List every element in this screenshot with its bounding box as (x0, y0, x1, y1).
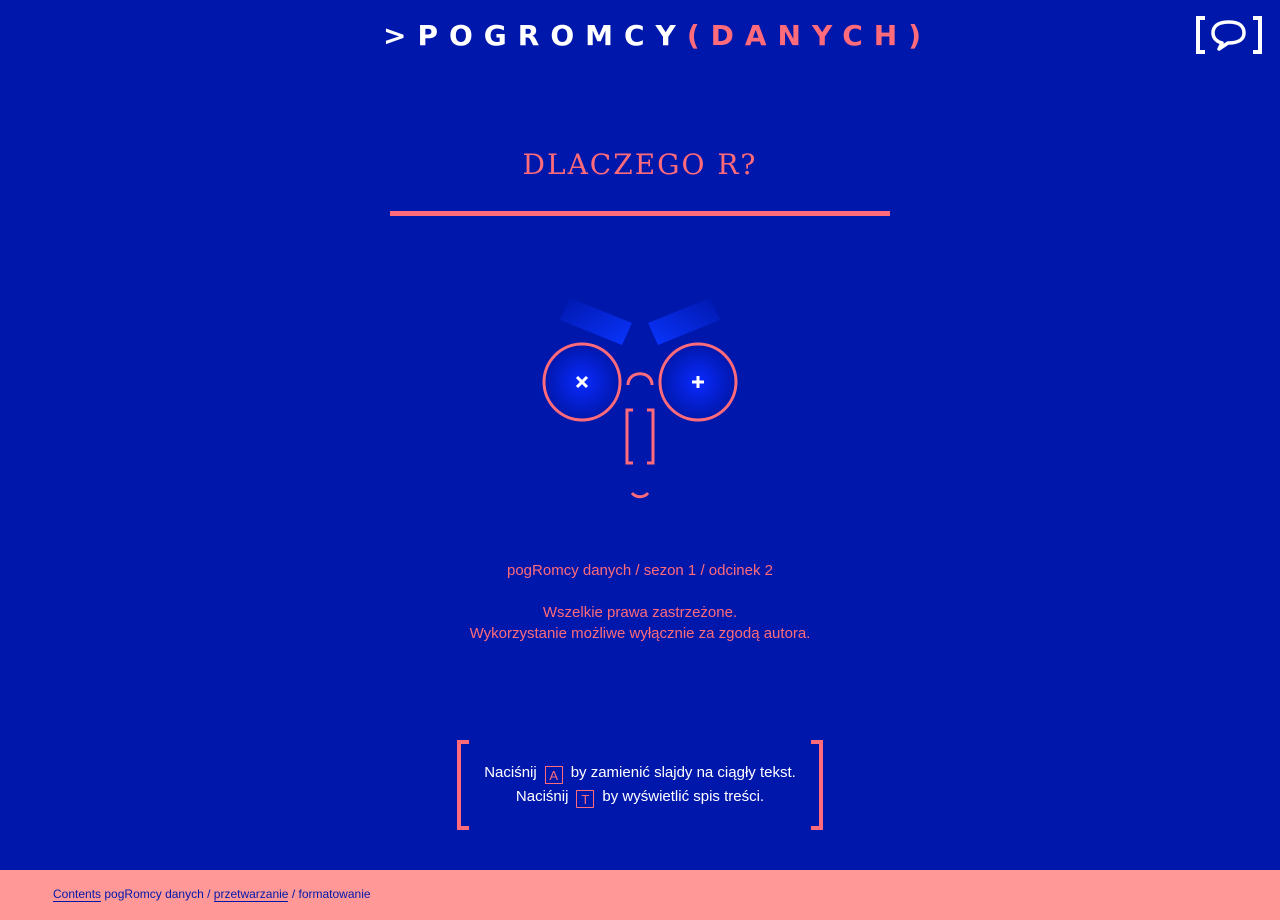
episode-info: pogRomcy danych / sezon 1 / odcinek 2 (507, 562, 773, 579)
breadcrumb: Contents pogRomcy danych / przetwarzanie… (53, 887, 371, 902)
title-divider (390, 211, 890, 216)
logo-paren-close: ) (908, 18, 933, 52)
left-eyebrow (560, 298, 632, 345)
glasses-bridge (626, 372, 654, 386)
hint-right-bracket (811, 740, 823, 830)
hint-line-toc: Naciśnij Tby wyświetlić spis treści. (457, 786, 823, 808)
logo-prompt: > (383, 18, 418, 52)
hint-line1-prefix: Naciśnij (484, 764, 537, 781)
hint-line1-suffix: by zamienić slajdy na ciągły tekst. (570, 764, 796, 781)
logo-brand: POGROMCY (417, 18, 687, 52)
breadcrumb-part-3: / formatowanie (291, 887, 371, 901)
logo-brand-secondary: DANYCH (710, 18, 909, 52)
pogromca-face-illustration (530, 290, 750, 505)
rights-line-1: Wszelkie prawa zastrzeżone. (542, 604, 738, 621)
footer-bar: Contents pogRomcy danych / przetwarzanie… (0, 870, 1280, 920)
right-eyebrow (648, 298, 720, 345)
mouth (630, 491, 650, 499)
hint-line2-suffix: by wyświetlić spis treści. (602, 788, 765, 805)
key-t-button[interactable]: T (576, 790, 595, 808)
nose-right-bracket (647, 408, 655, 465)
slide-title: DLACZEGO R? (522, 148, 758, 181)
breadcrumb-contents-link[interactable]: Contents (53, 887, 102, 902)
nose-left-bracket (625, 408, 633, 465)
site-logo[interactable]: > POGROMCY ( DANYCH ) (383, 18, 921, 52)
logo-paren-open: ( (686, 18, 711, 52)
speech-bubble-icon (1196, 16, 1262, 54)
rights-notice: Wszelkie prawa zastrzeżone. Wykorzystani… (340, 602, 940, 644)
breadcrumb-part-1: pogRomcy danych / (104, 887, 211, 901)
hint-line2-prefix: Naciśnij (515, 788, 569, 805)
hint-left-bracket (457, 740, 469, 830)
keyboard-hint-box: Naciśnij Aby zamienić slajdy na ciągły te… (457, 740, 823, 830)
rights-line-2: Wykorzystanie możliwe wyłącznie za zgodą… (469, 625, 811, 642)
key-a-button[interactable]: A (544, 766, 563, 784)
breadcrumb-przetwarzanie-link[interactable]: przetwarzanie (213, 887, 289, 902)
hint-line-text-mode: Naciśnij Aby zamienić slajdy na ciągły te… (457, 762, 823, 784)
slide-page: > POGROMCY ( DANYCH ) DLACZEGO R? pogRom… (0, 0, 1280, 920)
comments-button[interactable] (1195, 16, 1263, 54)
